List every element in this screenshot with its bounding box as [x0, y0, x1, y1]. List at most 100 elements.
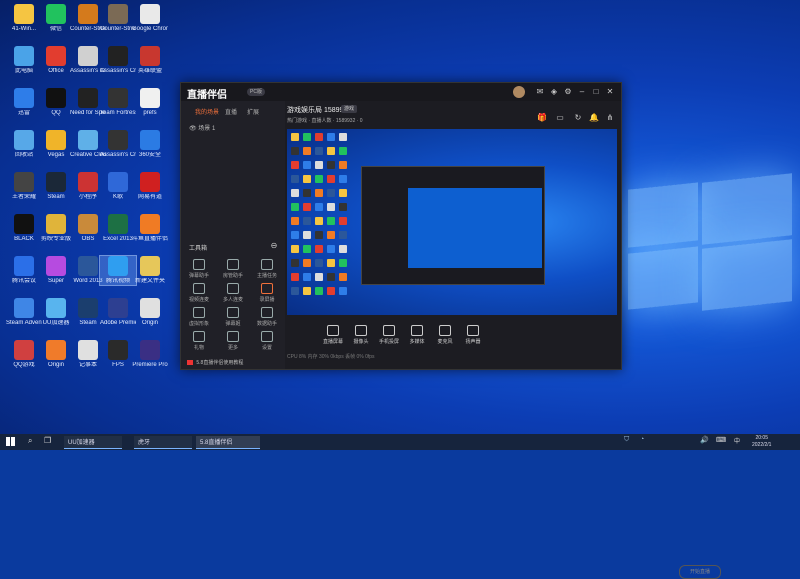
desktop-icon[interactable]: Office — [38, 46, 74, 75]
task-view-icon[interactable]: ❐ — [44, 436, 51, 448]
start-live-button[interactable]: 开始直播 — [679, 565, 721, 579]
source-control-button[interactable]: 多媒体 — [405, 325, 429, 345]
app-icon — [46, 4, 66, 24]
desktop-icon[interactable]: Premiere Pro — [132, 340, 168, 369]
desktop-icon[interactable]: 腾讯视频 — [99, 255, 137, 286]
taskbar-item[interactable]: UU加速器 — [64, 436, 122, 449]
tool-button[interactable]: 更多 — [219, 331, 247, 351]
taskbar-item[interactable]: 虎牙 — [134, 436, 192, 449]
desktop-icon[interactable]: 此电脑 — [6, 46, 42, 75]
tool-button[interactable]: 虚拟形象 — [185, 307, 213, 327]
desktop-icon[interactable]: 斗鱼直播伴侣 — [132, 214, 168, 243]
tool-button[interactable]: 礼物 — [185, 331, 213, 351]
source-control-button[interactable]: 手机投屏 — [377, 325, 401, 345]
source-control-button[interactable]: 扬声器 — [461, 325, 485, 345]
share-icon[interactable]: ⋔ — [605, 113, 615, 123]
tray-network-icon[interactable]: ◔ — [640, 436, 644, 448]
window-icon[interactable]: ▭ — [555, 113, 565, 123]
desktop-icon[interactable]: 41-Win... — [6, 4, 42, 33]
tool-button[interactable]: 房管助手 — [219, 259, 247, 279]
desktop-icon[interactable]: Origin — [38, 340, 74, 369]
version-badge[interactable]: PC版 — [247, 88, 265, 96]
desktop-icon[interactable]: Vegas — [38, 130, 74, 159]
tool-button[interactable]: 数据助手 — [253, 307, 281, 327]
taskbar-item[interactable]: 5.8直播伴侣 — [196, 436, 260, 449]
search-icon[interactable]: ⌕ — [28, 436, 32, 448]
tool-button[interactable]: 弹幕姬 — [219, 307, 247, 327]
desktop-icon[interactable]: 王者荣耀 — [6, 172, 42, 201]
desktop-icon[interactable]: 英雄联盟 — [132, 46, 168, 75]
volume-icon[interactable]: 🔊 — [700, 436, 709, 448]
tray-shield-icon[interactable]: ⛉ — [624, 436, 629, 448]
source-control-button[interactable]: 直播屏幕 — [321, 325, 345, 345]
tool-label: 礼物 — [193, 345, 204, 351]
desktop-icon[interactable]: 360安全 — [132, 130, 168, 159]
scene-item[interactable]: 👁 场景 1 — [189, 123, 215, 132]
desktop-icon[interactable]: Super — [38, 256, 74, 285]
desktop-icon[interactable]: 迅雷 — [6, 88, 42, 117]
maximize-icon[interactable]: □ — [591, 87, 601, 97]
desktop-icon[interactable]: QQ — [38, 88, 74, 117]
desktop-icon[interactable]: Steam — [38, 172, 74, 201]
desktop-icon-label: BLACK — [14, 236, 34, 242]
desktop-icon[interactable]: Google Chrome — [132, 4, 168, 33]
desktop-icon-label: Origin — [141, 320, 158, 326]
start-icon[interactable] — [6, 436, 18, 448]
desktop-icon[interactable]: Assassin's Creed Syn — [100, 46, 136, 75]
source-control-button[interactable]: 麦克风 — [433, 325, 457, 345]
app-icon — [108, 214, 128, 234]
desktop-icon[interactable]: Excel 2013 — [100, 214, 136, 243]
source-control-button[interactable]: 摄像头 — [349, 325, 373, 345]
close-icon[interactable]: ✕ — [605, 87, 615, 97]
desktop-icon[interactable]: Assassin's Creed — [100, 130, 136, 159]
eye-icon[interactable]: 👁 — [189, 126, 197, 132]
desktop-icon[interactable]: 微信 — [38, 4, 74, 33]
gift-icon[interactable]: 🎁 — [537, 113, 547, 123]
minimize-icon[interactable]: – — [577, 87, 587, 97]
tool-label: 视频连麦 — [188, 297, 209, 303]
tab-my-scenes[interactable]: 我的场景 — [195, 107, 219, 116]
more-tools-icon[interactable]: ⊖ — [269, 241, 279, 251]
app-titlebar: 直播伴侣 PC版 ✉ ◈ ⚙ – □ ✕ — [181, 83, 621, 101]
desktop-icon[interactable]: Steam Adventure — [6, 298, 42, 327]
desktop-icon-label: Excel 2013 — [103, 236, 133, 242]
clock[interactable]: 20:05 2022/2/1 — [752, 435, 771, 449]
desktop-icon[interactable]: FPS — [100, 340, 136, 369]
desktop-icon[interactable]: prefs — [132, 88, 168, 117]
desktop-icon[interactable]: 腾讯会议 — [6, 256, 42, 285]
desktop-icon[interactable]: BLACK — [6, 214, 42, 243]
tool-button[interactable]: 主播任务 — [253, 259, 281, 279]
desktop-icon[interactable]: Team Fortress 2 — [100, 88, 136, 117]
desktop-icon[interactable]: QQ游戏 — [6, 340, 42, 369]
tab-live[interactable]: 直播 — [225, 107, 237, 116]
desktop-icon[interactable]: Adobe Premiere — [100, 298, 136, 327]
desktop-icon-label: K歌 — [112, 194, 123, 200]
tool-button[interactable]: 视频连麦 — [185, 283, 213, 303]
tool-button[interactable]: 设置 — [253, 331, 281, 351]
settings-icon[interactable]: ⚙ — [563, 87, 573, 97]
ime-indicator[interactable]: 中 — [734, 436, 740, 448]
desktop-icon[interactable]: 剪映专业版 — [38, 214, 74, 243]
skin-icon[interactable]: ◈ — [549, 87, 559, 97]
tool-button[interactable]: 弹幕助手 — [185, 259, 213, 279]
desktop-icon[interactable]: Counter-Strike 2 — [100, 4, 136, 33]
tutorial-link[interactable]: 5.8直播伴侣使用教程 — [187, 359, 243, 366]
desktop-icon[interactable]: Origin — [132, 298, 168, 327]
desktop-icon[interactable]: UU加速器 — [38, 298, 74, 327]
desktop-icon[interactable]: 新建文件夹 — [132, 256, 168, 285]
stream-tag[interactable]: 游戏 — [341, 105, 358, 113]
preview-icon — [339, 147, 347, 155]
tool-button[interactable]: 多人连麦 — [219, 283, 247, 303]
message-icon[interactable]: ✉ — [535, 87, 545, 97]
bell-icon[interactable]: 🔔 — [589, 113, 599, 123]
keyboard-icon[interactable]: ⌨ — [716, 436, 726, 448]
tab-extend[interactable]: 扩展 — [247, 107, 259, 116]
stream-preview[interactable] — [287, 129, 617, 315]
desktop-icon[interactable]: 网易有道 — [132, 172, 168, 201]
avatar[interactable] — [513, 86, 525, 98]
refresh-icon[interactable]: ↻ — [573, 113, 583, 123]
desktop-icon[interactable]: K歌 — [100, 172, 136, 201]
tool-button[interactable]: 录屏播 — [253, 283, 281, 303]
desktop-icon[interactable]: 回收站 — [6, 130, 42, 159]
preview-icon — [339, 231, 347, 239]
